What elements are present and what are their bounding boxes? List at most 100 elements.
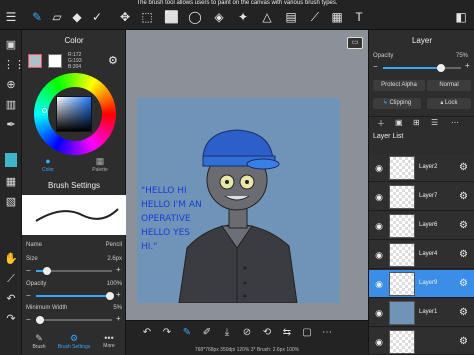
clear-icon[interactable]: ⊘: [240, 326, 254, 340]
grid-icon[interactable]: ⋮⋮: [3, 58, 25, 72]
transform-icon[interactable]: ⬚: [140, 10, 154, 24]
rotate-icon[interactable]: ⟲: [260, 326, 274, 340]
color-panel-icon[interactable]: [5, 153, 17, 167]
layer-row-selected[interactable]: ◉ Layer9 ⚙: [369, 270, 474, 298]
eyedropper-icon[interactable]: ⟋: [308, 10, 322, 24]
clipping-button[interactable]: ↳ Clipping: [373, 98, 421, 109]
artboard[interactable]: "HELLO HI HELLO I'M AN OPERATIVE HELLO Y…: [137, 98, 340, 304]
layer-more-icon[interactable]: ⋯: [451, 118, 459, 127]
min-width-slider-knob[interactable]: [36, 316, 44, 324]
saturation-value-square[interactable]: [56, 96, 92, 132]
fullscreen-icon[interactable]: ▭: [347, 37, 363, 49]
primary-swatch-frame[interactable]: [28, 54, 42, 68]
eye-icon[interactable]: ◉: [373, 336, 385, 348]
gear-icon[interactable]: ⚙: [459, 249, 468, 261]
gear-icon[interactable]: ⚙: [459, 278, 468, 290]
smudge-icon[interactable]: ◆: [70, 10, 84, 24]
save-icon[interactable]: ⤓: [220, 326, 234, 340]
lasso-icon[interactable]: ◯: [188, 10, 202, 24]
min-width-decrease-icon[interactable]: −: [26, 315, 31, 324]
fill-icon[interactable]: ◈: [212, 10, 226, 24]
hue-picker[interactable]: [42, 108, 47, 113]
swatch-icon[interactable]: ▧: [3, 195, 19, 209]
layer-row[interactable]: ◉ Layer1 ⚙: [369, 299, 474, 327]
add-layer-icon[interactable]: ＋: [377, 118, 385, 129]
more-tools-icon[interactable]: ⋯: [320, 326, 334, 340]
reference-icon[interactable]: ▢: [300, 326, 314, 340]
secondary-color-swatch[interactable]: [48, 54, 62, 68]
shape-icon[interactable]: △: [260, 10, 274, 24]
gradient-icon[interactable]: ▤: [284, 10, 298, 24]
size-increase-icon[interactable]: +: [116, 265, 121, 274]
brush-tool-icon[interactable]: ✎: [180, 326, 194, 340]
layer-row[interactable]: ◉ ⚙: [369, 328, 474, 355]
text-icon[interactable]: T: [352, 10, 366, 24]
redo-side-icon[interactable]: ↷: [3, 312, 19, 326]
layer-row[interactable]: ◉ Layer7 ⚙: [369, 183, 474, 211]
undo-icon[interactable]: ↶: [140, 326, 154, 340]
eye-icon[interactable]: ◉: [373, 249, 385, 261]
pen-icon[interactable]: ✒: [3, 118, 19, 132]
brush-settings-tab-icon: ⚙: [69, 333, 79, 343]
layer-panel-icon[interactable]: ▣: [3, 38, 19, 52]
eye-icon[interactable]: ◉: [373, 162, 385, 174]
layer-row[interactable]: ◉ Layer6 ⚙: [369, 212, 474, 240]
gear-icon[interactable]: ⚙: [459, 162, 468, 174]
menu-icon[interactable]: ☰: [4, 10, 18, 24]
brush-icon[interactable]: ✎: [30, 10, 44, 24]
size-slider-knob[interactable]: [43, 267, 51, 275]
protect-alpha-button[interactable]: Protect Alpha: [373, 80, 425, 91]
flip-icon[interactable]: ⇆: [280, 326, 294, 340]
layer-row[interactable]: ◉ Layer4 ⚙: [369, 241, 474, 269]
blend-mode-select[interactable]: Normal: [427, 80, 471, 91]
gear-icon[interactable]: ⚙: [459, 191, 468, 203]
tab-brush-settings[interactable]: ⚙ Brush Settings: [54, 333, 94, 355]
min-width-increase-icon[interactable]: +: [116, 314, 121, 323]
min-width-slider-track[interactable]: [36, 319, 112, 321]
opacity-slider-knob[interactable]: [106, 292, 114, 300]
undo-side-icon[interactable]: ↶: [3, 292, 19, 306]
size-decrease-icon[interactable]: −: [26, 266, 31, 275]
gear-icon[interactable]: ⚙: [459, 220, 468, 232]
color-tab-icon[interactable]: ●: [40, 156, 56, 166]
eyedropper-side-icon[interactable]: ⟋: [3, 272, 19, 286]
lock-button[interactable]: 🔒︎ Lock: [427, 98, 471, 109]
eye-icon[interactable]: ◉: [373, 307, 385, 319]
palette-strip-icon[interactable]: ▦: [3, 175, 19, 189]
layer-opacity-increase-icon[interactable]: +: [465, 61, 470, 70]
gear-icon[interactable]: ⚙: [108, 54, 118, 67]
magic-wand-icon[interactable]: ✦: [236, 10, 250, 24]
palette-tab-icon[interactable]: ▦: [92, 156, 108, 166]
zoom-icon[interactable]: ⊕: [3, 78, 19, 92]
layer-opacity-decrease-icon[interactable]: −: [373, 62, 378, 71]
opacity-increase-icon[interactable]: +: [116, 290, 121, 299]
pen-tool-icon[interactable]: ✐: [200, 326, 214, 340]
eye-icon[interactable]: ◉: [373, 220, 385, 232]
check-selection-icon[interactable]: ✓: [90, 10, 104, 24]
layer-row[interactable]: ◉ Layer2 ⚙: [369, 154, 474, 182]
brush-name-row[interactable]: Name Pencil: [22, 242, 126, 254]
hand-icon[interactable]: ✋: [3, 252, 19, 266]
delete-layer-icon[interactable]: ▣: [395, 118, 403, 127]
gear-icon[interactable]: ⚙: [459, 307, 468, 319]
eye-icon[interactable]: ◉: [373, 191, 385, 203]
layer-opacity-knob[interactable]: [437, 64, 445, 72]
layers-icon[interactable]: ◧: [454, 10, 468, 24]
eraser-icon[interactable]: ▱: [50, 10, 64, 24]
redo-icon[interactable]: ↷: [160, 326, 174, 340]
merge-layer-icon[interactable]: ⊞: [413, 118, 420, 127]
selection-icon[interactable]: ⬜: [164, 10, 179, 24]
frame-icon[interactable]: ▦: [330, 10, 344, 24]
gear-icon[interactable]: ⚙: [459, 336, 468, 348]
ruler-icon[interactable]: ▥: [3, 98, 19, 112]
tab-brush[interactable]: ✎ Brush: [26, 333, 52, 355]
eye-icon[interactable]: ◉: [373, 278, 385, 290]
clipping-label: Clipping: [389, 100, 412, 106]
primary-color-swatch[interactable]: [29, 55, 41, 67]
tab-color[interactable]: Color: [32, 167, 64, 173]
tab-palette[interactable]: Palette: [84, 167, 116, 173]
opacity-decrease-icon[interactable]: −: [26, 291, 31, 300]
layer-options-icon[interactable]: ☰: [431, 118, 438, 127]
tab-more[interactable]: ••• More: [96, 333, 122, 355]
move-icon[interactable]: ✥: [118, 10, 132, 24]
